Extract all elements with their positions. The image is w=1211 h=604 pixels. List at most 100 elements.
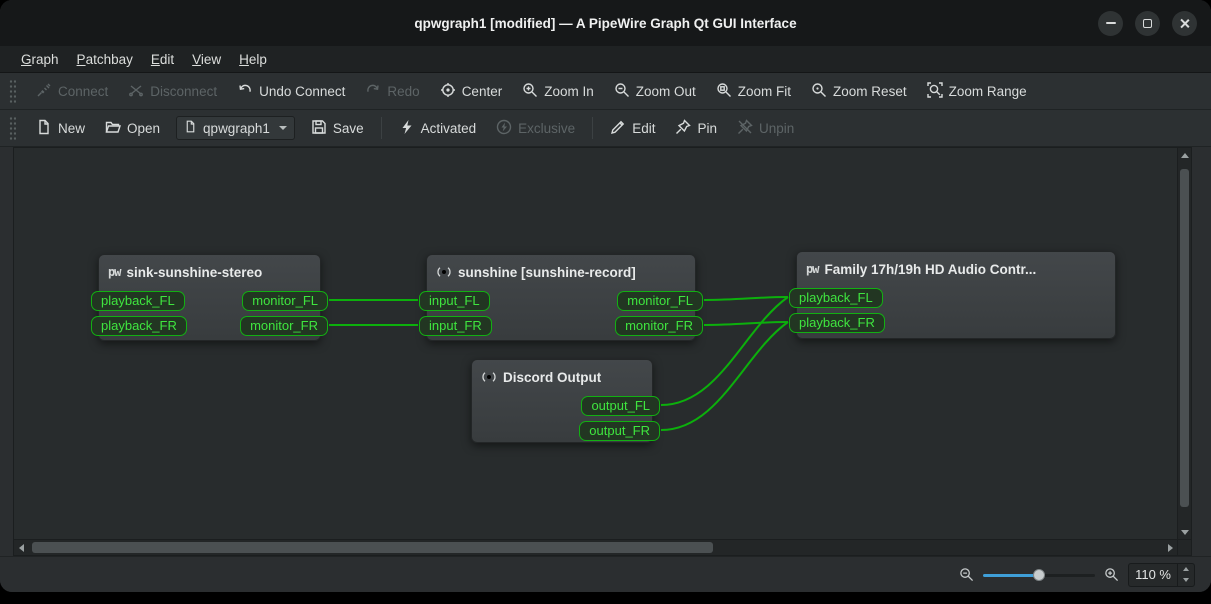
center-button[interactable]: Center <box>431 77 512 106</box>
disconnect-button[interactable]: Disconnect <box>119 77 226 106</box>
window-title: qpwgraph1 [modified] — A PipeWire Graph … <box>414 16 796 31</box>
node-header[interactable]: pw sink-sunshine-stereo <box>99 255 320 289</box>
menu-help[interactable]: Help <box>230 48 276 71</box>
family-port-playback-fr[interactable]: playback_FR <box>789 313 885 333</box>
zoom-fit-button[interactable]: Zoom Fit <box>707 77 800 106</box>
horizontal-scroll-thumb[interactable] <box>32 542 713 553</box>
sunshine-port-input-fl[interactable]: input_FL <box>419 291 490 311</box>
new-button[interactable]: New <box>27 114 94 143</box>
node-discord-output[interactable]: Discord Output output_FL output_FR <box>471 359 653 443</box>
patchbay-toolbar: New Open qpwgraph1 Save Activated Exclus… <box>0 110 1211 147</box>
wire-sunshine-monitor-fr-to-family-playback-fr[interactable] <box>704 322 788 325</box>
horizontal-scrollbar[interactable] <box>14 539 1177 555</box>
center-label: Center <box>462 84 503 99</box>
scroll-left-button[interactable] <box>14 540 28 555</box>
toolbar-drag-handle[interactable] <box>9 116 16 140</box>
zoom-in-icon <box>522 82 538 101</box>
discord-port-output-fr[interactable]: output_FR <box>579 421 660 441</box>
sunshine-port-input-fr[interactable]: input_FR <box>419 316 492 336</box>
maximize-button[interactable] <box>1135 11 1160 36</box>
save-icon <box>311 119 327 138</box>
zoom-reset-label: Zoom Reset <box>833 84 907 99</box>
arrow-down-icon <box>1181 530 1189 535</box>
edit-button[interactable]: Edit <box>601 114 664 143</box>
zoom-reset-button[interactable]: Zoom Reset <box>802 77 916 106</box>
node-family-hd-audio[interactable]: pw Family 17h/19h HD Audio Contr... play… <box>796 251 1116 339</box>
node-header[interactable]: pw Family 17h/19h HD Audio Contr... <box>797 252 1115 286</box>
graph-canvas[interactable]: pw sink-sunshine-stereo playback_FL play… <box>14 148 1177 539</box>
discord-port-output-fl[interactable]: output_FL <box>581 396 660 416</box>
undo-connect-button[interactable]: Undo Connect <box>228 77 354 106</box>
toolbar-drag-handle[interactable] <box>9 79 16 103</box>
zoom-range-button[interactable]: Zoom Range <box>918 77 1036 106</box>
zoom-value[interactable]: 110 % <box>1129 564 1177 586</box>
pin-button[interactable]: Pin <box>666 114 726 143</box>
horizontal-scroll-track[interactable] <box>28 540 1163 555</box>
vertical-scroll-track[interactable] <box>1178 162 1191 525</box>
sunshine-port-monitor-fr[interactable]: monitor_FR <box>615 316 703 336</box>
zoom-in-icon[interactable] <box>1104 567 1119 582</box>
zoom-fit-label: Zoom Fit <box>738 84 791 99</box>
titlebar[interactable]: qpwgraph1 [modified] — A PipeWire Graph … <box>0 0 1211 46</box>
zoom-range-icon <box>927 82 943 101</box>
node-header[interactable]: sunshine [sunshine-record] <box>427 255 695 289</box>
vertical-scrollbar[interactable] <box>1177 148 1191 539</box>
chevron-down-icon <box>279 126 287 134</box>
sink-port-monitor-fr[interactable]: monitor_FR <box>240 316 328 336</box>
zoom-slider[interactable] <box>983 567 1095 583</box>
redo-button[interactable]: Redo <box>356 77 428 106</box>
connect-label: Connect <box>58 84 108 99</box>
node-sunshine[interactable]: sunshine [sunshine-record] input_FL inpu… <box>426 254 696 341</box>
menu-edit[interactable]: Edit <box>142 48 183 71</box>
pin-label: Pin <box>697 121 717 136</box>
family-port-playback-fl[interactable]: playback_FL <box>789 288 883 308</box>
close-button[interactable] <box>1172 11 1197 36</box>
zoom-out-button[interactable]: Zoom Out <box>605 77 705 106</box>
unpin-button[interactable]: Unpin <box>728 114 803 143</box>
graph-toolbar: Connect Disconnect Undo Connect Redo Cen… <box>0 73 1211 110</box>
sink-port-playback-fl[interactable]: playback_FL <box>91 291 185 311</box>
menu-view[interactable]: View <box>183 48 230 71</box>
sink-port-monitor-fl[interactable]: monitor_FL <box>242 291 328 311</box>
zoom-spin-arrows <box>1177 564 1194 586</box>
zoom-slider-handle[interactable] <box>1033 569 1045 581</box>
save-button[interactable]: Save <box>302 114 373 143</box>
node-header[interactable]: Discord Output <box>472 360 652 394</box>
patchbay-file-selector[interactable]: qpwgraph1 <box>176 116 295 140</box>
sink-port-playback-fr[interactable]: playback_FR <box>91 316 187 336</box>
scroll-right-button[interactable] <box>1163 540 1177 555</box>
minimize-button[interactable] <box>1098 11 1123 36</box>
exclusive-toggle[interactable]: Exclusive <box>487 114 584 143</box>
node-ports: playback_FL playback_FR <box>797 286 1115 333</box>
spin-up-button[interactable] <box>1178 564 1194 575</box>
zoom-out-icon <box>614 82 630 101</box>
open-button[interactable]: Open <box>96 114 169 143</box>
menu-graph[interactable]: Graph <box>12 48 68 71</box>
node-ports: playback_FL playback_FR monitor_FL monit… <box>99 289 320 336</box>
maximize-icon <box>1143 19 1152 28</box>
toolbar-separator <box>592 117 593 139</box>
zoom-spinbox[interactable]: 110 % <box>1128 563 1195 587</box>
zoom-out-icon[interactable] <box>959 567 974 582</box>
audio-record-icon <box>481 369 497 385</box>
arrow-down-icon <box>1183 578 1189 582</box>
menu-patchbay[interactable]: Patchbay <box>68 48 142 71</box>
wire-sunshine-monitor-fl-to-family-playback-fl[interactable] <box>704 297 788 300</box>
zoom-in-label: Zoom In <box>544 84 594 99</box>
scrollbar-corner <box>1177 539 1191 555</box>
node-sink-sunshine-stereo[interactable]: pw sink-sunshine-stereo playback_FL play… <box>98 254 321 341</box>
pin-icon <box>675 119 691 138</box>
activated-toggle[interactable]: Activated <box>390 114 486 143</box>
zoom-in-button[interactable]: Zoom In <box>513 77 603 106</box>
scroll-down-button[interactable] <box>1178 525 1191 539</box>
pipewire-icon: pw <box>108 265 120 279</box>
vertical-scroll-thumb[interactable] <box>1180 169 1189 507</box>
spin-down-button[interactable] <box>1178 575 1194 586</box>
scroll-up-button[interactable] <box>1178 148 1191 162</box>
close-icon <box>1179 18 1190 29</box>
node-ports: output_FL output_FR <box>472 394 652 441</box>
connect-icon <box>36 82 52 101</box>
connection-wires <box>14 148 1177 539</box>
sunshine-port-monitor-fl[interactable]: monitor_FL <box>617 291 703 311</box>
connect-button[interactable]: Connect <box>27 77 117 106</box>
